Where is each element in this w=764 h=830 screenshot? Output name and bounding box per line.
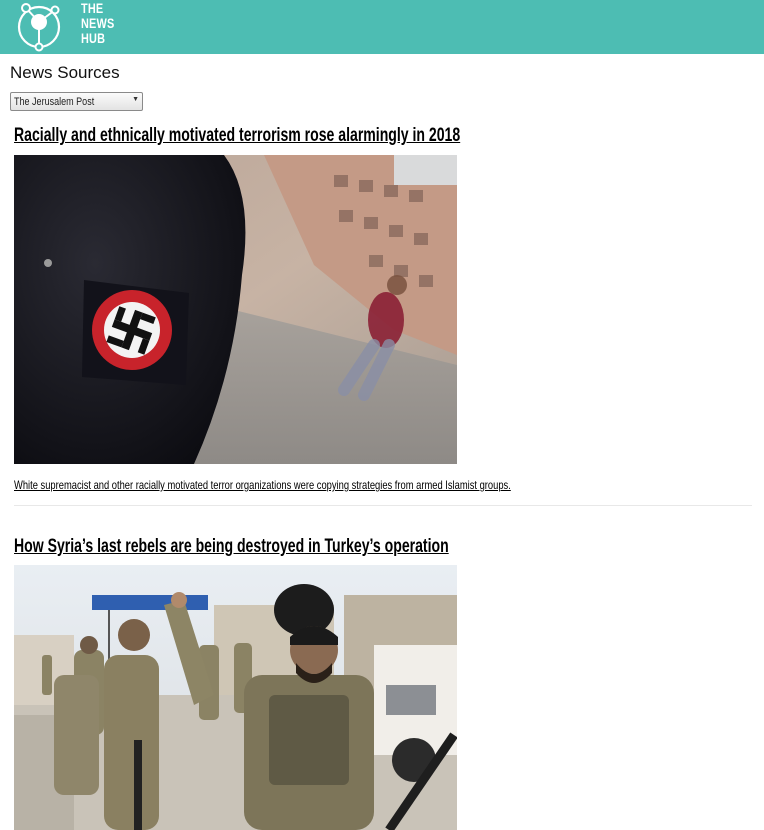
news-sources-heading: News Sources: [10, 63, 120, 82]
article-caption-link[interactable]: White supremacist and other racially mot…: [14, 478, 511, 492]
selected-source: The Jerusalem Post: [14, 96, 95, 108]
article-image[interactable]: [14, 155, 457, 464]
article-image[interactable]: [14, 565, 457, 830]
brand-line-3: HUB: [81, 30, 106, 46]
brand-line-1: THE: [81, 0, 104, 16]
top-header-bar: THE NEWS HUB: [0, 0, 764, 54]
swastika-armband-photo: [14, 155, 457, 464]
network-hub-icon: [17, 3, 61, 52]
rebel-fighters-photo: [14, 565, 457, 830]
article-headline-link[interactable]: Racially and ethnically motivated terror…: [14, 125, 460, 147]
site-logo[interactable]: THE NEWS HUB: [10, 0, 114, 54]
brand-wordmark: THE NEWS HUB: [81, 1, 114, 46]
dropdown-arrow-icon: ▼: [132, 96, 139, 103]
article-divider: [14, 505, 752, 506]
news-source-select[interactable]: The Jerusalem Post ▼: [10, 92, 143, 111]
brand-line-2: NEWS: [81, 15, 115, 31]
article-headline-link[interactable]: How Syria’s last rebels are being destro…: [14, 536, 449, 558]
